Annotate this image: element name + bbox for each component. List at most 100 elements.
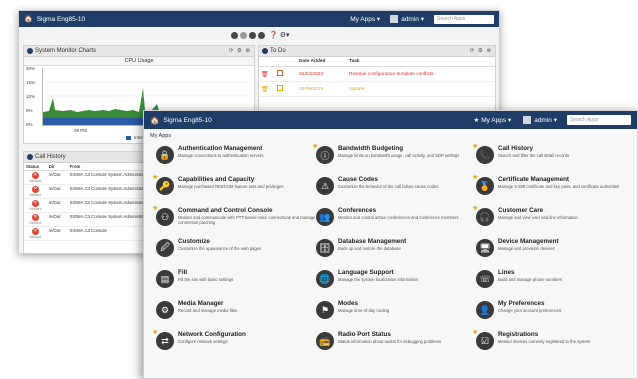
- app-name[interactable]: Modes: [338, 300, 389, 308]
- favorite-star-icon[interactable]: ★: [152, 328, 158, 336]
- app-tile[interactable]: 🔒 Authentication Management Manage connect…: [156, 145, 316, 176]
- app-icon[interactable]: ★ ⚇: [152, 205, 174, 226]
- back-app-title[interactable]: Sigma Eng85-10: [37, 16, 85, 23]
- front-app-title[interactable]: Sigma Eng85-10: [163, 117, 211, 124]
- page-dot[interactable]: [240, 31, 247, 39]
- todo-task[interactable]: Resolve configuration template conflicts: [347, 66, 495, 82]
- app-name[interactable]: Media Manager: [178, 300, 237, 308]
- panel-controls[interactable]: ⟳ ⚙ ⊗: [470, 48, 492, 54]
- app-tile[interactable]: ⚑ Modes Manage time-of-day routing: [316, 300, 476, 331]
- app-icon[interactable]: 🔒: [156, 146, 174, 164]
- app-icon[interactable]: 👤: [476, 301, 494, 319]
- app-icon[interactable]: 📻: [316, 332, 334, 350]
- app-tile[interactable]: 📻 Radio Port Status Status information abo…: [316, 331, 476, 362]
- app-name[interactable]: Fill: [178, 269, 233, 277]
- app-tile[interactable]: ★ 🔑 Capabilities and Capacity Manage purcha…: [152, 174, 316, 207]
- favorite-star-icon[interactable]: ★: [312, 142, 318, 150]
- front-user-menu[interactable]: admin ▾: [534, 116, 557, 124]
- column-header[interactable]: Dir: [46, 163, 68, 171]
- trash-icon[interactable]: 🗑: [261, 87, 269, 93]
- app-name[interactable]: Capabilities and Capacity: [178, 176, 283, 184]
- app-name[interactable]: Customize: [178, 238, 261, 246]
- app-icon[interactable]: 🖉: [156, 239, 174, 257]
- app-name[interactable]: Authentication Management: [178, 145, 263, 153]
- app-tile[interactable]: 👥 Conferences Monitor and control active c…: [316, 207, 476, 238]
- app-tile[interactable]: ★ 🎧 Customer Care Manage and view user and …: [472, 205, 636, 238]
- app-tile[interactable]: 🗄 Database Management Back up and restore …: [316, 238, 476, 269]
- favorite-star-icon[interactable]: ★: [472, 142, 478, 150]
- todo-task[interactable]: Update: [347, 81, 495, 97]
- checkbox[interactable]: [277, 70, 283, 76]
- app-tile[interactable]: ⚙ Media Manager Record and manage media fi…: [156, 300, 316, 331]
- app-name[interactable]: Radio Port Status: [338, 331, 441, 339]
- favorite-star-icon[interactable]: ★: [472, 204, 478, 212]
- app-icon[interactable]: ⚙: [156, 301, 174, 319]
- front-my-apps-menu[interactable]: ★ My Apps ▾: [474, 116, 512, 124]
- app-icon[interactable]: ★ 🎧: [472, 205, 494, 226]
- app-name[interactable]: Certificate Management: [498, 176, 619, 184]
- app-icon[interactable]: ★ 🏅: [472, 174, 494, 195]
- app-name[interactable]: Language Support: [338, 269, 418, 277]
- app-tile[interactable]: 🖉 Customize Customize the appearance of th…: [156, 238, 316, 269]
- page-dot[interactable]: [249, 31, 256, 39]
- app-tile[interactable]: ★ 🏅 Certificate Management Manage X.509 cer…: [472, 174, 636, 207]
- favorite-star-icon[interactable]: ★: [152, 173, 158, 181]
- app-name[interactable]: Database Management: [338, 238, 406, 246]
- app-name[interactable]: My Preferences: [498, 300, 561, 308]
- app-icon[interactable]: ★ ⓘ: [312, 143, 334, 164]
- app-tile[interactable]: ★ ⓘ Bandwidth Budgeting Manage limits on ba…: [312, 143, 476, 176]
- app-name[interactable]: Call History: [498, 145, 569, 153]
- app-tile[interactable]: 🌐 Language Support Manage the system local…: [316, 269, 476, 300]
- app-name[interactable]: Network Configuration: [178, 331, 246, 339]
- home-icon[interactable]: 🏠: [24, 15, 33, 23]
- app-icon[interactable]: ⚠: [316, 177, 334, 195]
- app-tile[interactable]: 🖥 Device Management Manage and provision d…: [476, 238, 636, 269]
- app-tile[interactable]: ☏ Lines Build and manage phone numbers: [476, 269, 636, 300]
- app-icon[interactable]: 👥: [316, 208, 334, 226]
- app-icon[interactable]: ★ ☑: [472, 329, 494, 350]
- page-dot[interactable]: [258, 31, 265, 39]
- table-row[interactable]: 🗑 02/09/2019 Update: [259, 81, 495, 97]
- table-row[interactable]: 🗑 02/03/2023 Resolve configuration templ…: [259, 66, 495, 82]
- trash-icon[interactable]: 🗑: [261, 72, 269, 78]
- favorite-star-icon[interactable]: ★: [472, 173, 478, 181]
- column-header[interactable]: Task: [347, 57, 495, 67]
- app-icon[interactable]: ⚑: [316, 301, 334, 319]
- front-search-input[interactable]: Search Apps: [567, 115, 631, 125]
- app-icon[interactable]: ★ 🔑: [152, 174, 174, 195]
- app-icon[interactable]: ☏: [476, 270, 494, 288]
- app-name[interactable]: Conferences: [338, 207, 459, 215]
- app-icon[interactable]: ▤: [156, 270, 174, 288]
- column-header[interactable]: Date Added: [297, 57, 347, 67]
- gear-icon[interactable]: ⚙▾: [280, 31, 290, 39]
- app-name[interactable]: Device Management: [498, 238, 559, 246]
- app-tile[interactable]: ▤ Fill Fill the site with basic settings: [156, 269, 316, 300]
- app-name[interactable]: Command and Control Console: [178, 207, 316, 215]
- app-tile[interactable]: ★ ☑ Registrations Monitor devices currently…: [472, 329, 636, 362]
- back-my-apps-menu[interactable]: My Apps ▾: [350, 15, 380, 23]
- favorite-star-icon[interactable]: ★: [152, 204, 158, 212]
- app-tile[interactable]: 👤 My Preferences Change your account prefe…: [476, 300, 636, 331]
- column-header[interactable]: Status: [24, 163, 47, 171]
- panel-controls[interactable]: ⟳ ⚙ ⊗: [229, 48, 251, 54]
- app-name[interactable]: Lines: [498, 269, 562, 277]
- home-icon[interactable]: 🏠: [150, 116, 159, 125]
- favorite-star-icon[interactable]: ★: [472, 328, 478, 336]
- app-tile[interactable]: ⚠ Cause Codes Customize the behavior of th…: [316, 176, 476, 207]
- back-user-menu[interactable]: admin ▾: [401, 15, 424, 23]
- back-search-input[interactable]: Search Apps: [434, 14, 494, 24]
- app-tile[interactable]: ★ ⚇ Command and Control Console Monitor and…: [152, 205, 316, 238]
- app-icon[interactable]: 🖥: [476, 239, 494, 257]
- help-icon[interactable]: ❓: [269, 31, 278, 39]
- app-name[interactable]: Customer Care: [498, 207, 578, 215]
- app-icon[interactable]: 🌐: [316, 270, 334, 288]
- app-tile[interactable]: ★ ⇄ Network Configuration Configure network…: [152, 329, 316, 362]
- app-name[interactable]: Bandwidth Budgeting: [338, 145, 459, 153]
- app-icon[interactable]: 🗄: [316, 239, 334, 257]
- app-icon[interactable]: ★ 📞: [472, 143, 494, 164]
- app-icon[interactable]: ★ ⇄: [152, 329, 174, 350]
- app-tile[interactable]: ★ 📞 Call History Search and filter the call…: [472, 143, 636, 176]
- checkbox[interactable]: [277, 85, 283, 91]
- app-name[interactable]: Registrations: [498, 331, 590, 339]
- page-dot[interactable]: [231, 31, 238, 39]
